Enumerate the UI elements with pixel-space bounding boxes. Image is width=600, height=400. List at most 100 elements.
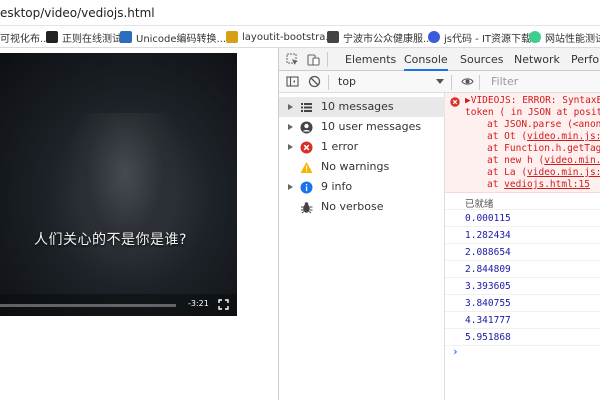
address-bar[interactable]: esktop/video/vediojs.html <box>0 0 600 26</box>
stack-line: at Function.h.getTagS <box>487 143 600 154</box>
chevron-down-icon <box>436 79 444 84</box>
tab-sources[interactable]: Sources <box>460 48 504 71</box>
log-text: 已就绪 <box>465 199 494 210</box>
remaining-time: -3:21 <box>188 299 209 308</box>
bookmark-item[interactable]: 宁波市公众健康服... <box>327 29 433 45</box>
video-subtitle: 人们关心的不是你是谁? <box>34 232 187 248</box>
console-sidebar: 10 messages 10 user messages 1 error No … <box>279 93 445 400</box>
sidebar-item-label: 9 info <box>321 180 353 193</box>
sidebar-item-label: No verbose <box>321 200 384 213</box>
divider <box>327 52 328 67</box>
clear-console-icon[interactable] <box>308 75 321 88</box>
log-row: 3.840755 <box>445 295 600 312</box>
expand-triangle-icon[interactable] <box>288 184 293 190</box>
console-output: ▶VIDEOJS: ERROR: SyntaxEr token ( in JSO… <box>445 93 600 400</box>
sidebar-item-label: 10 messages <box>321 100 394 113</box>
error-title: ▶VIDEOJS: ERROR: SyntaxEr <box>465 95 600 106</box>
log-row: 5.951868 <box>445 329 600 346</box>
bookmark-favicon-icon <box>46 31 58 43</box>
bookmark-favicon-icon <box>120 31 132 43</box>
stack-line: at Ot (video.min.js:1 <box>487 131 600 143</box>
log-number: 0.000115 <box>465 213 511 224</box>
bookmark-item[interactable]: 网站性能测试 <box>529 29 600 45</box>
divider <box>479 75 480 90</box>
sidebar-item-warnings[interactable]: No warnings <box>279 157 445 177</box>
sidebar-toggle-icon[interactable] <box>286 75 299 88</box>
source-link[interactable]: video.min.js:1 <box>527 131 600 142</box>
stack-line: at JSON.parse (<anonym <box>487 119 600 130</box>
bug-icon <box>301 202 313 214</box>
bookmark-item[interactable]: js代码 - IT资源下载... <box>428 29 541 45</box>
tab-performance[interactable]: Perforn <box>571 48 600 71</box>
bookmark-label: 宁波市公众健康服... <box>343 33 433 45</box>
warning-icon <box>300 162 313 173</box>
progress-bar[interactable] <box>0 304 176 307</box>
log-number: 5.951868 <box>465 332 511 343</box>
live-expression-eye-icon[interactable] <box>461 75 474 88</box>
sidebar-item-errors[interactable]: 1 error <box>279 137 445 157</box>
bookmark-item[interactable]: 可视化布... <box>0 29 50 45</box>
error-icon <box>300 141 313 154</box>
tab-elements[interactable]: Elements <box>345 48 396 71</box>
context-selector[interactable]: top <box>334 74 446 90</box>
user-icon <box>300 121 313 134</box>
tab-console[interactable]: Console <box>404 48 448 71</box>
bookmark-item[interactable]: layoutit-bootstra... <box>226 29 335 45</box>
bookmark-label: 正则在线测试 <box>62 33 122 45</box>
log-number: 3.840755 <box>465 298 511 309</box>
sidebar-item-verbose[interactable]: No verbose <box>279 197 445 217</box>
video-controls: -3:21 <box>0 294 237 316</box>
sidebar-item-messages[interactable]: 10 messages <box>279 97 445 117</box>
video-player[interactable]: 人们关心的不是你是谁? -3:21 <box>0 53 237 316</box>
sidebar-item-info[interactable]: 9 info <box>279 177 445 197</box>
bookmark-favicon-icon <box>428 31 440 43</box>
log-row: 已就绪 <box>445 193 600 210</box>
url-text[interactable]: esktop/video/vediojs.html <box>0 6 155 20</box>
info-icon <box>300 181 313 194</box>
log-row: 3.393605 <box>445 278 600 295</box>
stack-line: at new h (video.min.j <box>487 155 600 167</box>
context-value: top <box>338 75 357 88</box>
bookmark-item[interactable]: Unicode编码转换... <box>120 29 226 45</box>
source-link[interactable]: video.min.j <box>544 155 600 166</box>
log-row: 4.341777 <box>445 312 600 329</box>
expand-triangle-icon[interactable] <box>288 104 293 110</box>
list-icon <box>301 103 312 112</box>
fullscreen-icon[interactable] <box>218 299 229 310</box>
error-message[interactable]: ▶VIDEOJS: ERROR: SyntaxEr token ( in JSO… <box>445 93 600 193</box>
console-toolbar: top Filter <box>279 71 600 93</box>
expand-triangle-icon[interactable] <box>288 124 293 130</box>
inspect-element-icon[interactable] <box>286 53 299 66</box>
bookmark-favicon-icon <box>529 31 541 43</box>
source-link[interactable]: vediojs.html:15 <box>504 179 590 190</box>
log-number: 2.844809 <box>465 264 511 275</box>
divider <box>328 75 329 90</box>
bookmark-item[interactable]: 正则在线测试 <box>46 29 122 45</box>
log-number: 3.393605 <box>465 281 511 292</box>
sidebar-item-label: No warnings <box>321 160 390 173</box>
log-row: 2.088654 <box>445 244 600 261</box>
stack-line: at vediojs.html:15 <box>487 179 590 190</box>
bookmark-favicon-icon <box>327 31 339 43</box>
bookmark-label: layoutit-bootstra... <box>242 31 335 43</box>
bookmark-label: 网站性能测试 <box>545 33 600 45</box>
log-row: 0.000115 <box>445 210 600 227</box>
log-row: 2.844809 <box>445 261 600 278</box>
log-number: 4.341777 <box>465 315 511 326</box>
sidebar-item-label: 1 error <box>321 140 359 153</box>
bookmark-label: 可视化布... <box>0 33 50 45</box>
tab-network[interactable]: Network <box>514 48 560 71</box>
devtools-panel: Elements Console Sources Network Perforn… <box>278 48 600 400</box>
sidebar-item-label: 10 user messages <box>321 120 422 133</box>
page-content: 人们关心的不是你是谁? -3:21 <box>0 48 278 400</box>
expand-triangle-icon[interactable] <box>288 144 293 150</box>
filter-input[interactable]: Filter <box>483 74 600 90</box>
error-detail: token ( in JSON at positi <box>465 107 600 118</box>
console-prompt[interactable]: › <box>452 345 459 358</box>
device-toolbar-icon[interactable] <box>307 53 320 66</box>
sidebar-item-user-messages[interactable]: 10 user messages <box>279 117 445 137</box>
bookmark-favicon-icon <box>226 31 238 43</box>
bookmark-label: js代码 - IT资源下载... <box>444 33 541 45</box>
source-link[interactable]: video.min.js:1 <box>527 167 600 178</box>
log-number: 1.282434 <box>465 230 511 241</box>
